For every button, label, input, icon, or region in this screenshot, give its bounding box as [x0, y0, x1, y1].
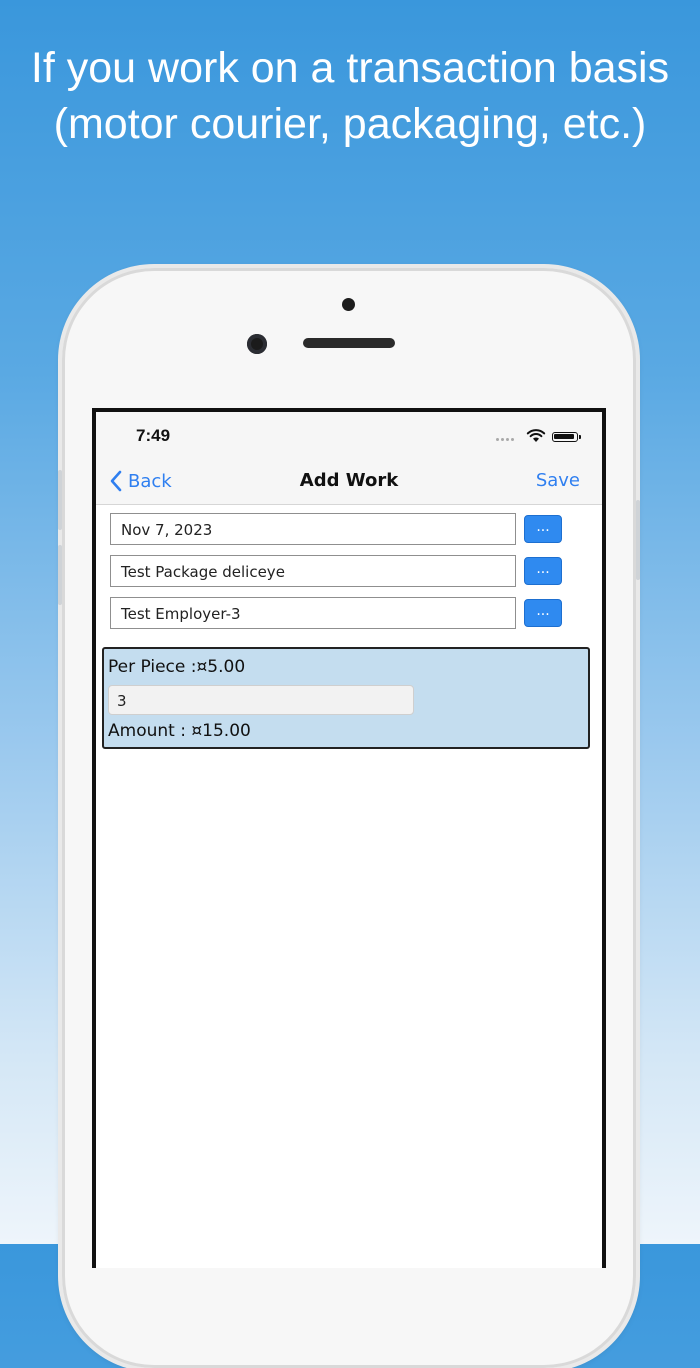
phone-screen: 7:49 Back Add Work Save Nov 7, 2023 ... [92, 408, 606, 1268]
headline-line-1: If you work on a transaction basis [30, 44, 670, 92]
status-time: 7:49 [136, 426, 171, 445]
save-button[interactable]: Save [536, 470, 580, 491]
earpiece-speaker [303, 338, 395, 348]
proximity-sensor [342, 298, 355, 311]
employer-picker-button[interactable]: ... [524, 599, 562, 627]
page-title: Add Work [299, 470, 399, 491]
quantity-input[interactable]: 3 [108, 685, 414, 715]
package-field[interactable]: Test Package deliceye [110, 555, 516, 587]
promo-headline: If you work on a transaction basis (moto… [0, 40, 700, 152]
per-piece-label: Per Piece :¤5.00 [108, 657, 246, 677]
piece-rate-panel: Per Piece :¤5.00 3 Amount : ¤15.00 [102, 647, 590, 749]
navigation-bar: Back Add Work Save [96, 460, 602, 505]
cellular-signal-icon [496, 438, 514, 441]
front-camera-icon [247, 334, 267, 354]
app-screen: 7:49 Back Add Work Save Nov 7, 2023 ... [96, 412, 602, 1268]
employer-field[interactable]: Test Employer-3 [110, 597, 516, 629]
phone-side-button [636, 500, 640, 580]
status-bar: 7:49 [96, 412, 602, 460]
date-picker-button[interactable]: ... [524, 515, 562, 543]
phone-side-button [58, 545, 62, 605]
headline-line-2: (motor courier, packaging, etc.) [53, 100, 647, 148]
wifi-icon [526, 429, 546, 442]
date-field[interactable]: Nov 7, 2023 [110, 513, 516, 545]
package-picker-button[interactable]: ... [524, 557, 562, 585]
amount-label: Amount : ¤15.00 [108, 721, 251, 741]
phone-side-button [58, 470, 62, 530]
battery-icon [552, 432, 581, 442]
